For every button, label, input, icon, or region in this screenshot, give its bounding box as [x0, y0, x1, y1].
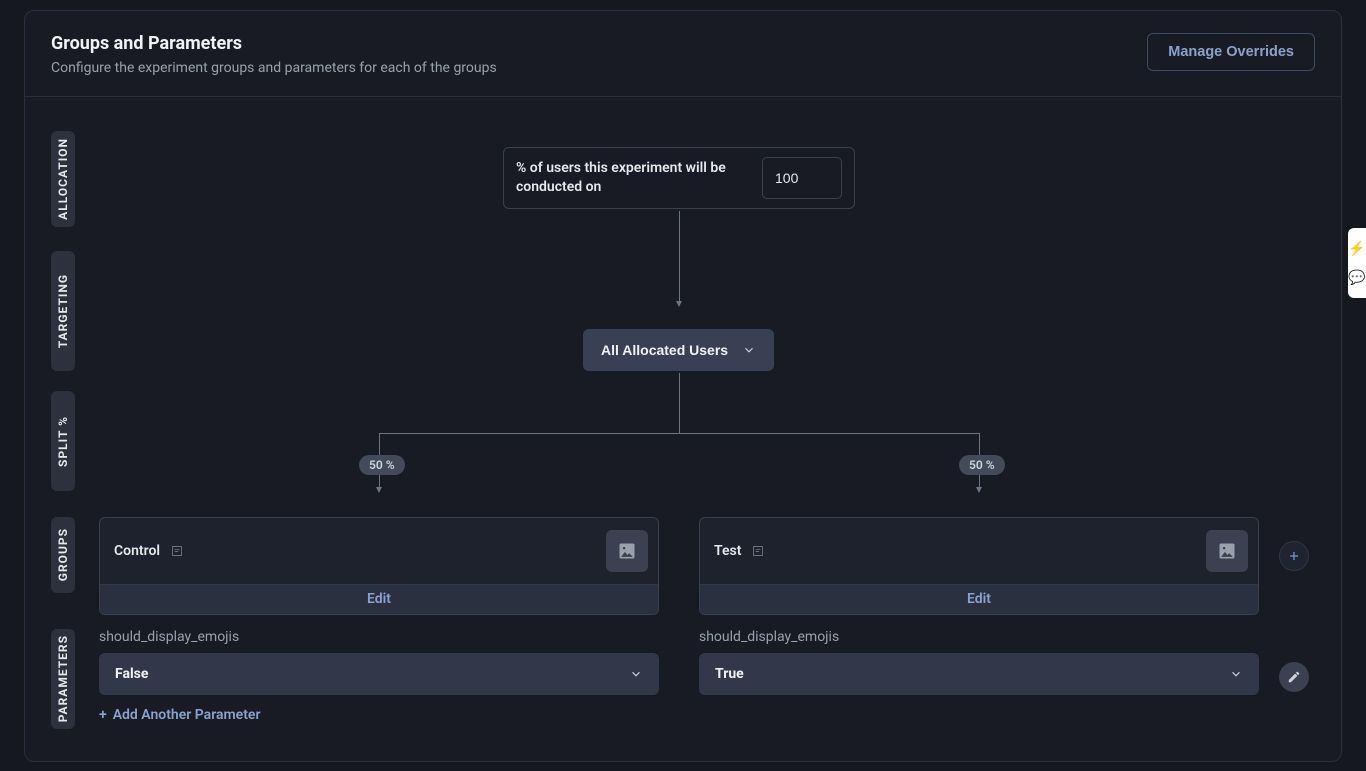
group-column-control: Control Edit should_display_emojis False…: [99, 517, 659, 723]
connector-hline: [379, 433, 979, 434]
image-icon: [617, 541, 637, 561]
pencil-icon: [1287, 670, 1301, 684]
panel-title: Groups and Parameters: [51, 33, 497, 54]
note-icon: [170, 544, 184, 558]
note-icon: [751, 544, 765, 558]
split-badge-right: 50 %: [959, 455, 1005, 475]
group-edit-button-test[interactable]: Edit: [700, 584, 1258, 614]
add-parameter-button[interactable]: + Add Another Parameter: [99, 707, 261, 723]
parameter-name-test: should_display_emojis: [699, 629, 1259, 645]
manage-overrides-button[interactable]: Manage Overrides: [1147, 33, 1315, 71]
parameter-name-control: should_display_emojis: [99, 629, 659, 645]
groups-and-parameters-panel: Groups and Parameters Configure the expe…: [24, 10, 1342, 762]
group-edit-button-control[interactable]: Edit: [100, 584, 658, 614]
plus-icon: [1287, 549, 1301, 563]
edit-parameter-button[interactable]: [1279, 662, 1309, 692]
allocation-input[interactable]: [762, 157, 842, 199]
parameter-value-select-control[interactable]: False: [99, 653, 659, 695]
panel-header: Groups and Parameters Configure the expe…: [25, 11, 1341, 97]
split-badge-left: 50 %: [359, 455, 405, 475]
lightning-icon: ⚡: [1348, 242, 1365, 256]
connector-line: [679, 211, 680, 301]
section-label-parameters: PARAMETERS: [51, 629, 75, 729]
group-image-button-control[interactable]: [606, 530, 648, 572]
panel-subtitle: Configure the experiment groups and para…: [51, 60, 497, 76]
group-card-header: Test: [700, 518, 1258, 584]
connector-arrow: [976, 487, 982, 493]
panel-header-text: Groups and Parameters Configure the expe…: [51, 33, 497, 76]
side-help-tab[interactable]: ⚡ 💬: [1348, 228, 1366, 298]
section-label-split: SPLIT %: [51, 391, 75, 491]
chevron-down-icon: [742, 343, 756, 357]
add-group-button[interactable]: [1279, 541, 1309, 571]
allocation-label: % of users this experiment will be condu…: [516, 159, 736, 197]
connector-arrow: [676, 301, 682, 307]
allocation-box: % of users this experiment will be condu…: [503, 147, 855, 209]
plus-icon: +: [99, 707, 107, 723]
section-label-allocation: ALLOCATION: [51, 131, 75, 227]
group-image-button-test[interactable]: [1206, 530, 1248, 572]
group-column-test: Test Edit should_display_emojis True: [699, 517, 1259, 695]
chat-icon: 💬: [1348, 271, 1365, 285]
panel-body: ALLOCATION TARGETING SPLIT % GROUPS PARA…: [25, 97, 1341, 757]
group-name-control: Control: [114, 543, 184, 559]
image-icon: [1217, 541, 1237, 561]
connector-arrow: [376, 487, 382, 493]
group-name-test: Test: [714, 543, 765, 559]
group-card-header: Control: [100, 518, 658, 584]
targeting-selected: All Allocated Users: [601, 342, 728, 358]
group-card-test: Test Edit: [699, 517, 1259, 615]
section-label-groups: GROUPS: [51, 517, 75, 593]
targeting-dropdown[interactable]: All Allocated Users: [583, 329, 774, 371]
parameter-value-select-test[interactable]: True: [699, 653, 1259, 695]
group-card-control: Control Edit: [99, 517, 659, 615]
chevron-down-icon: [1229, 667, 1243, 681]
chevron-down-icon: [629, 667, 643, 681]
section-label-targeting: TARGETING: [51, 251, 75, 371]
connector-line: [679, 373, 680, 433]
